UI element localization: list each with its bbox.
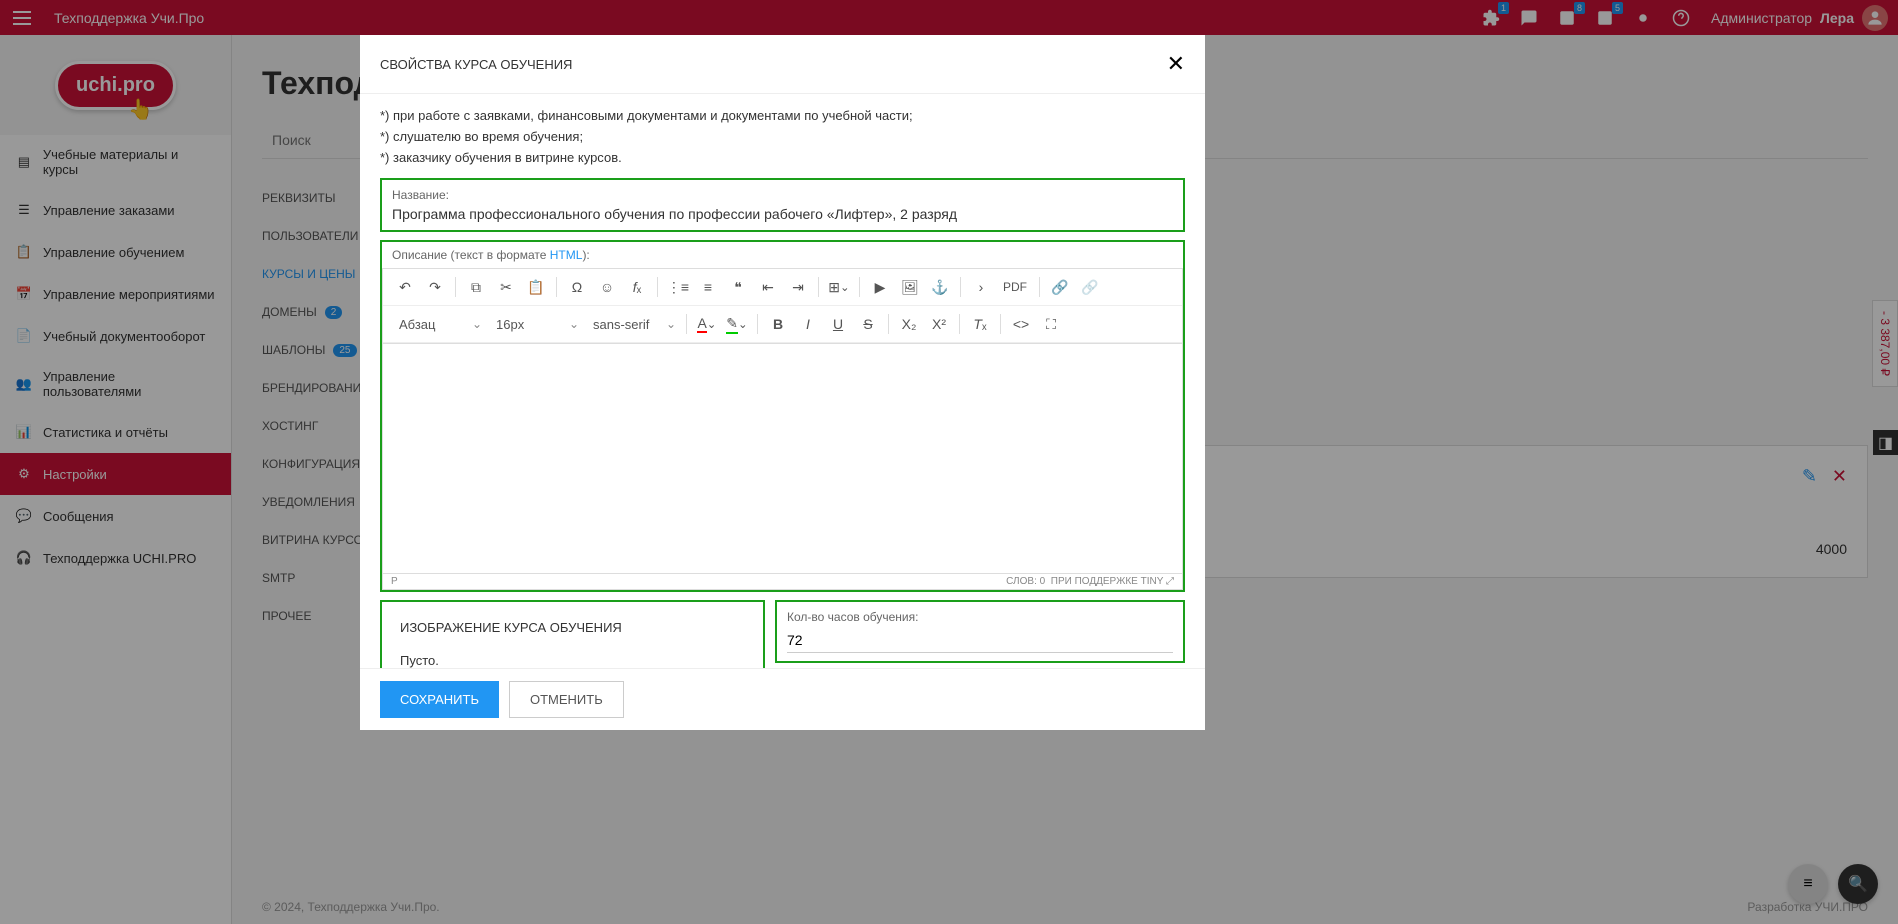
status-path: P (391, 576, 398, 587)
bold-icon[interactable]: B (764, 310, 792, 338)
bullet-item: *) при работе с заявками, финансовыми до… (380, 106, 1185, 127)
status-right: СЛОВ: 0 ПРИ ПОДДЕРЖКЕ TINY ⤢ (1006, 576, 1174, 587)
name-input[interactable]: Программа профессионального обучения по … (392, 206, 1173, 222)
underline-icon[interactable]: U (824, 310, 852, 338)
omega-icon[interactable]: Ω (563, 273, 591, 301)
editor-content[interactable] (382, 344, 1183, 574)
hours-input[interactable] (787, 628, 1173, 653)
paragraph-select[interactable]: Абзац (391, 313, 486, 336)
html-link[interactable]: HTML (550, 248, 583, 262)
two-col: ИЗОБРАЖЕНИЕ КУРСА ОБУЧЕНИЯ Пусто. 📎 ЗАГР… (380, 600, 1185, 668)
hours-label: Кол-во часов обучения: (787, 610, 1173, 624)
name-label: Название: (392, 188, 1173, 202)
chevron-right-icon[interactable]: › (967, 273, 995, 301)
pdf-button[interactable]: PDF (997, 273, 1033, 301)
emoji-icon[interactable]: ☺ (593, 273, 621, 301)
paste-icon[interactable]: 📋 (522, 273, 550, 301)
bullet-list: *) при работе с заявками, финансовыми до… (380, 106, 1185, 168)
anchor-icon[interactable]: ⚓ (926, 273, 954, 301)
image-icon[interactable]: 🖼 (896, 273, 924, 301)
number-list-icon[interactable]: ≡ (694, 273, 722, 301)
bullet-item: *) слушателю во время обучения; (380, 127, 1185, 148)
highlight-icon[interactable]: ✎ ⌄ (723, 310, 751, 338)
label-suffix: ): (582, 248, 589, 262)
course-properties-modal: СВОЙСТВА КУРСА ОБУЧЕНИЯ ✕ *) при работе … (360, 35, 1205, 730)
strike-icon[interactable]: S (854, 310, 882, 338)
close-icon[interactable]: ✕ (1167, 51, 1185, 77)
code-icon[interactable]: <> (1007, 310, 1035, 338)
copy-icon[interactable]: ⧉ (462, 273, 490, 301)
description-editor-box: Описание (текст в формате HTML): ↶ ↷ ⧉ ✂… (380, 240, 1185, 592)
subscript-icon[interactable]: X₂ (895, 310, 923, 338)
table-icon[interactable]: ⊞⌄ (825, 273, 853, 301)
modal-title: СВОЙСТВА КУРСА ОБУЧЕНИЯ (380, 57, 572, 72)
formula-icon[interactable]: fₓ (623, 273, 651, 301)
label-prefix: Описание (текст в формате (392, 248, 550, 262)
cut-icon[interactable]: ✂ (492, 273, 520, 301)
modal-header: СВОЙСТВА КУРСА ОБУЧЕНИЯ ✕ (360, 35, 1205, 94)
name-field-box: Название: Программа профессионального об… (380, 178, 1185, 232)
editor-status: P СЛОВ: 0 ПРИ ПОДДЕРЖКЕ TINY ⤢ (382, 574, 1183, 590)
quote-icon[interactable]: ❝ (724, 273, 752, 301)
superscript-icon[interactable]: X² (925, 310, 953, 338)
hours-box: Кол-во часов обучения: (775, 600, 1185, 663)
modal-body: *) при работе с заявками, финансовыми до… (360, 94, 1205, 668)
redo-icon[interactable]: ↷ (421, 273, 449, 301)
fontfamily-select[interactable]: sans-serif (585, 313, 680, 336)
fullscreen-icon[interactable]: ⛶ (1037, 310, 1065, 338)
link-icon[interactable]: 🔗 (1046, 273, 1074, 301)
video-icon[interactable]: ▶ (866, 273, 894, 301)
editor-toolbar: ↶ ↷ ⧉ ✂ 📋 Ω ☺ fₓ ⋮≡ ≡ ❝ ⇤ ⇥ (382, 268, 1183, 344)
image-box: ИЗОБРАЖЕНИЕ КУРСА ОБУЧЕНИЯ Пусто. 📎 ЗАГР… (380, 600, 765, 668)
empty-text: Пусто. (400, 653, 745, 668)
image-title: ИЗОБРАЖЕНИЕ КУРСА ОБУЧЕНИЯ (400, 620, 745, 635)
text-color-icon[interactable]: A ⌄ (693, 310, 721, 338)
italic-icon[interactable]: I (794, 310, 822, 338)
cancel-button[interactable]: ОТМЕНИТЬ (509, 681, 624, 718)
outdent-icon[interactable]: ⇤ (754, 273, 782, 301)
indent-icon[interactable]: ⇥ (784, 273, 812, 301)
fontsize-select[interactable]: 16px (488, 313, 583, 336)
bullet-item: *) заказчику обучения в витрине курсов. (380, 148, 1185, 169)
modal-footer: СОХРАНИТЬ ОТМЕНИТЬ (360, 668, 1205, 730)
description-label: Описание (текст в формате HTML): (382, 242, 1183, 268)
unlink-icon[interactable]: 🔗 (1076, 273, 1104, 301)
undo-icon[interactable]: ↶ (391, 273, 419, 301)
save-button[interactable]: СОХРАНИТЬ (380, 681, 499, 718)
bullet-list-icon[interactable]: ⋮≡ (664, 273, 692, 301)
clear-format-icon[interactable]: Tₓ (966, 310, 994, 338)
